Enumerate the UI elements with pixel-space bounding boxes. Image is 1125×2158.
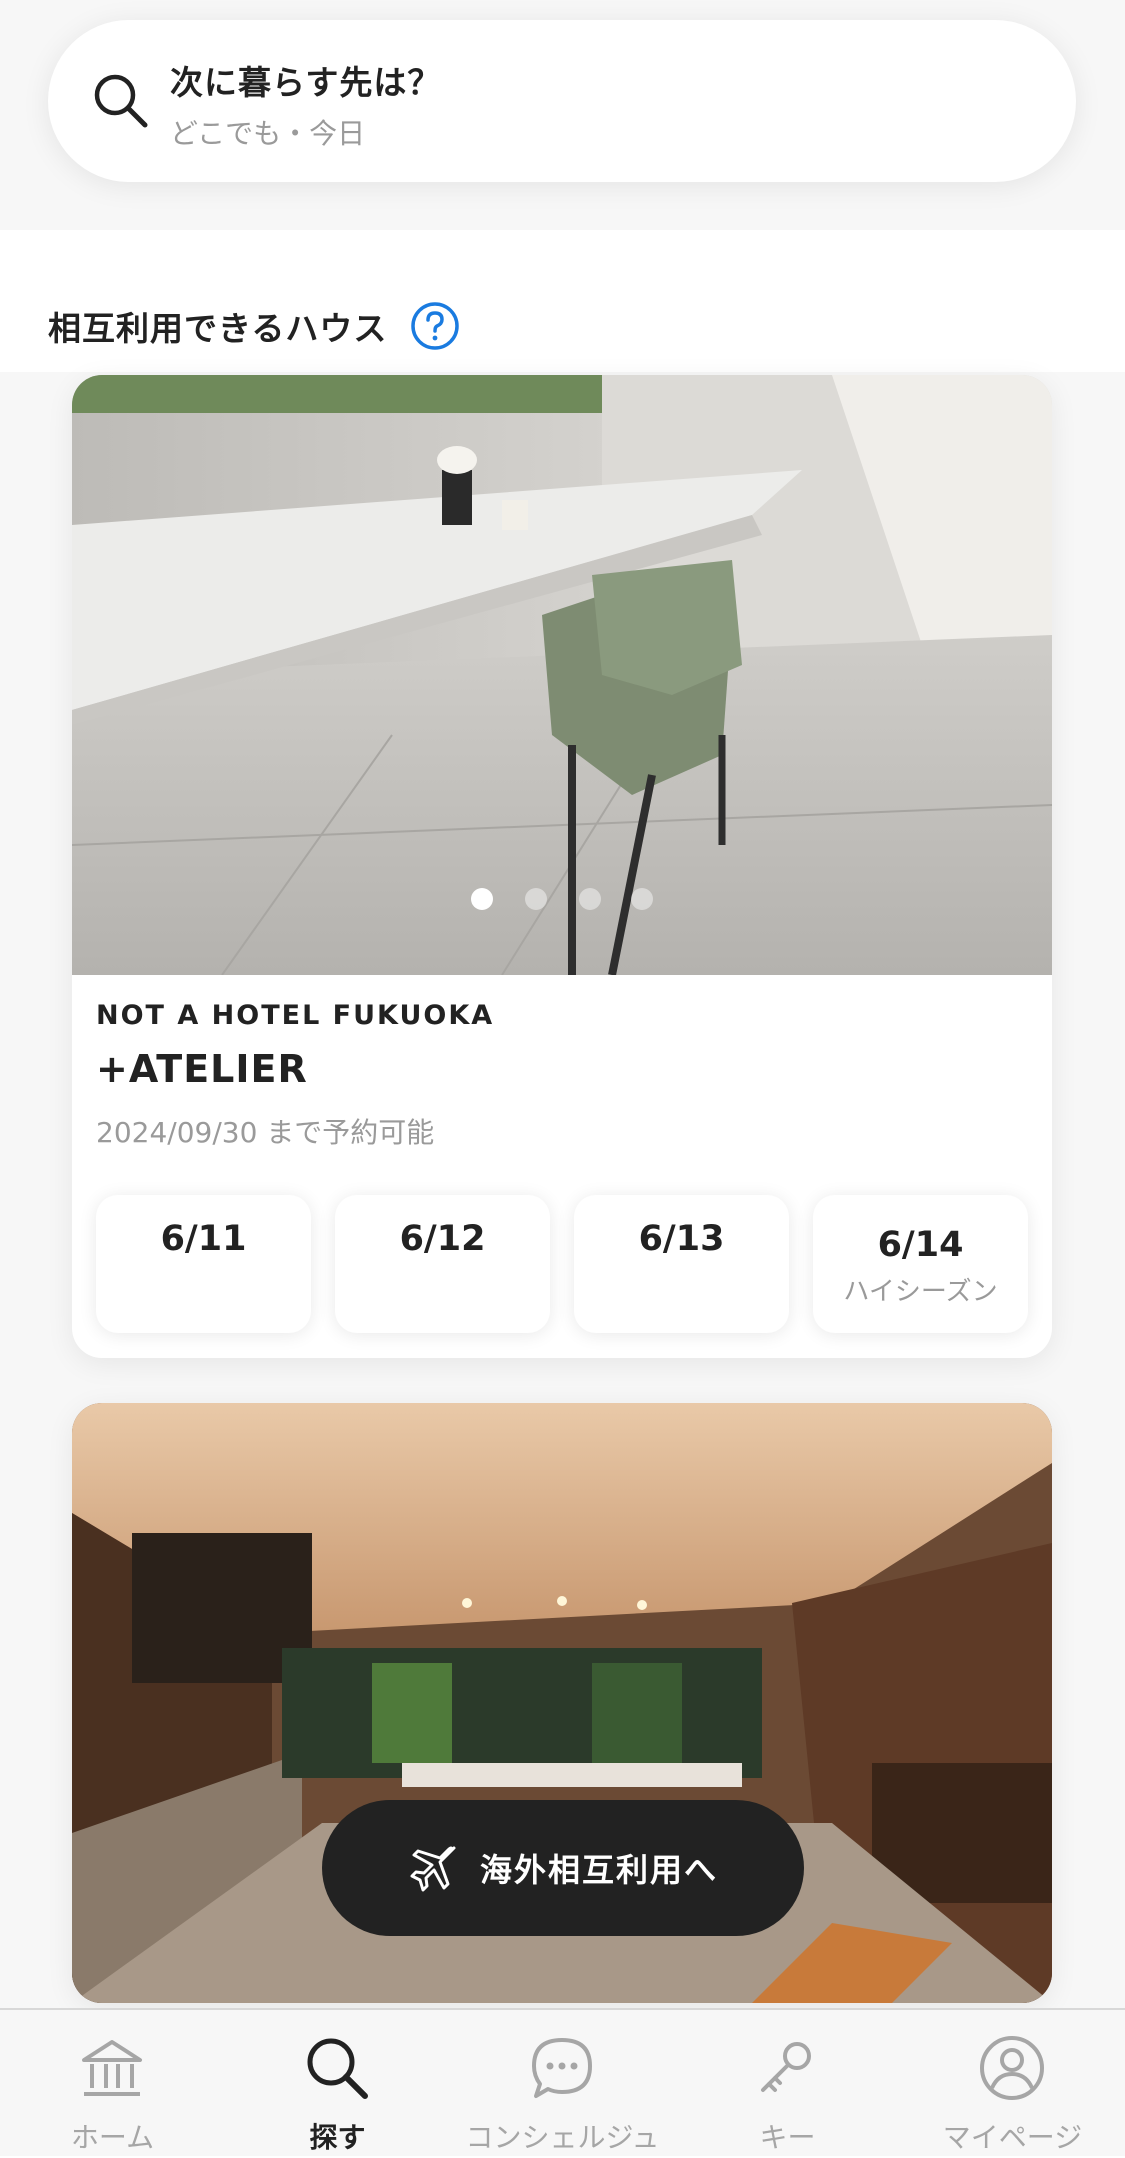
tab-concierge[interactable]: コンシェルジュ: [450, 2010, 675, 2158]
tab-label: マイページ: [942, 2121, 1083, 2154]
search-bar[interactable]: 次に暮らす先は？ どこでも・今日: [48, 20, 1076, 182]
tab-search[interactable]: 探す: [225, 2010, 450, 2158]
date-label: 6/12: [399, 1219, 486, 1259]
date-label: 6/14: [877, 1225, 964, 1265]
high-season-tag: ハイシーズン: [843, 1277, 998, 1307]
carousel-dot[interactable]: [525, 888, 547, 910]
help-icon[interactable]: [409, 300, 461, 352]
overseas-exchange-button[interactable]: 海外相互利用へ: [322, 1800, 804, 1936]
key-icon: [761, 2042, 811, 2092]
airplane-icon: [410, 1846, 456, 1892]
carousel-dot[interactable]: [579, 888, 601, 910]
date-chip[interactable]: 6/13: [574, 1195, 789, 1333]
tab-mypage[interactable]: マイページ: [900, 2010, 1125, 2158]
tab-home[interactable]: ホーム: [0, 2010, 225, 2158]
date-chips: 6/11 6/12 6/13 6/14 ハイシーズン: [96, 1195, 1028, 1333]
fab-label: 海外相互利用へ: [479, 1851, 718, 1889]
chat-icon: [532, 2038, 592, 2098]
date-chip[interactable]: 6/11: [96, 1195, 311, 1333]
search-subtitle: どこでも・今日: [170, 117, 366, 150]
tab-label: キー: [759, 2121, 816, 2154]
search-header: 次に暮らす先は？ どこでも・今日: [0, 0, 1125, 230]
listing-card[interactable]: NOT A HOTEL FUKUOKA +ATELIER 2024/09/30 …: [72, 375, 1052, 1358]
search-title: 次に暮らす先は？: [170, 63, 442, 102]
listing-photo[interactable]: [72, 375, 1052, 975]
bottom-tab-bar: ホーム 探す コンシェルジュ キー マイページ: [0, 2008, 1125, 2156]
date-chip[interactable]: 6/14 ハイシーズン: [813, 1195, 1028, 1333]
tab-label: 探す: [309, 2121, 366, 2154]
date-label: 6/11: [160, 1219, 247, 1259]
carousel-dot[interactable]: [631, 888, 653, 910]
home-icon: [82, 2040, 142, 2096]
listing-availability: 2024/09/30 まで予約可能: [96, 1116, 435, 1149]
tab-key[interactable]: キー: [675, 2010, 900, 2158]
search-icon: [307, 2038, 368, 2099]
date-chip[interactable]: 6/12: [335, 1195, 550, 1333]
listing-brand: NOT A HOTEL FUKUOKA: [96, 1000, 495, 1031]
tab-label: ホーム: [70, 2121, 155, 2154]
user-icon: [980, 2036, 1044, 2100]
tab-label: コンシェルジュ: [465, 2121, 660, 2154]
carousel-dot[interactable]: [471, 888, 493, 910]
date-label: 6/13: [638, 1219, 725, 1259]
section-title: 相互利用できるハウス: [48, 309, 388, 348]
section-header: 相互利用できるハウス: [48, 300, 461, 352]
search-icon: [94, 74, 148, 128]
listing-name: +ATELIER: [96, 1047, 308, 1091]
